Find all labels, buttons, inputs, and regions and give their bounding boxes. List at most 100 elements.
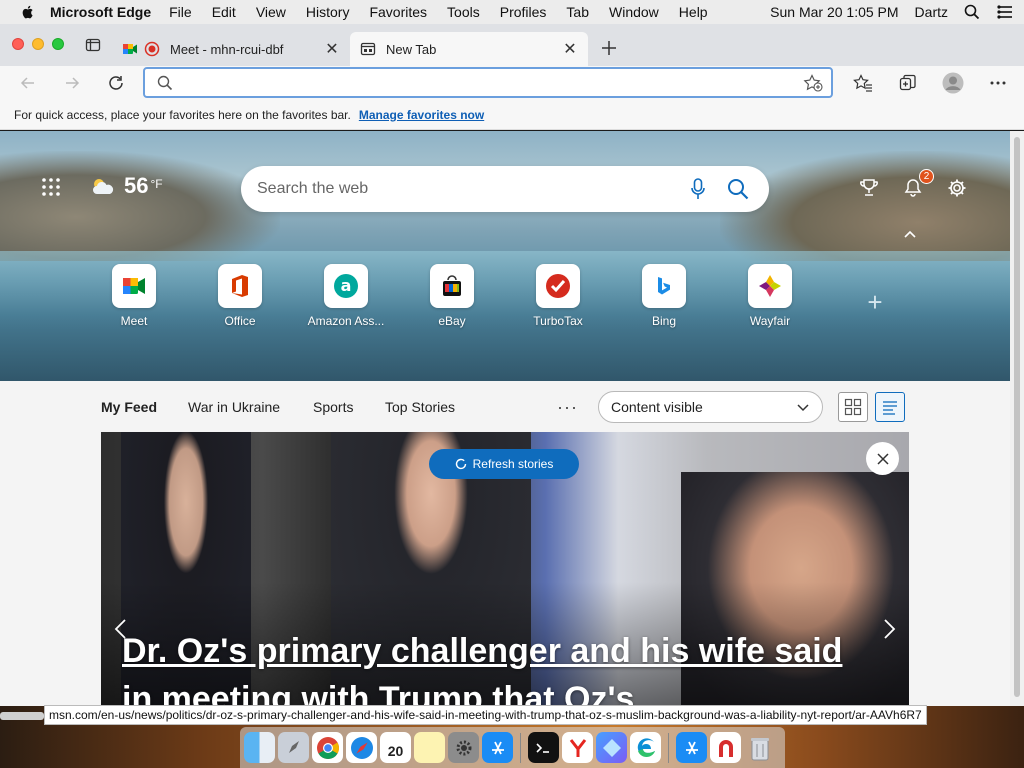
profile-button[interactable] [930, 66, 975, 100]
wayfair-icon [759, 275, 781, 297]
tab-new-tab[interactable]: New Tab ✕ [350, 32, 588, 66]
scrollbar-thumb[interactable] [1014, 137, 1020, 697]
quick-link-ebay[interactable]: eBay [407, 264, 497, 328]
chevron-down-icon [797, 404, 809, 412]
menu-tools[interactable]: Tools [447, 4, 480, 20]
grid-layout-button[interactable] [838, 392, 868, 422]
magnet-app-icon[interactable] [710, 732, 741, 763]
search-icon [157, 75, 173, 90]
edge-icon[interactable] [630, 732, 661, 763]
address-input[interactable] [183, 74, 803, 91]
app-icon[interactable] [596, 732, 627, 763]
menu-profiles[interactable]: Profiles [500, 4, 547, 20]
app-menu-name[interactable]: Microsoft Edge [50, 4, 151, 20]
menu-view[interactable]: View [256, 4, 286, 20]
back-button[interactable] [6, 66, 50, 100]
chrome-icon[interactable] [312, 732, 343, 763]
macos-dock: 20 [240, 727, 785, 768]
spotlight-search-icon[interactable] [964, 4, 980, 20]
menu-file[interactable]: File [169, 4, 192, 20]
menubar-user[interactable]: Dartz [915, 4, 948, 20]
app-launcher-icon[interactable] [40, 176, 62, 198]
trash-icon[interactable] [744, 732, 775, 763]
page-settings-button[interactable] [944, 175, 970, 201]
calendar-day: 20 [387, 742, 404, 759]
menu-edit[interactable]: Edit [212, 4, 236, 20]
yandex-browser-icon[interactable] [562, 732, 593, 763]
quick-link-meet[interactable]: Meet [89, 264, 179, 328]
page-scrollbar[interactable] [1010, 131, 1024, 706]
control-center-icon[interactable] [996, 5, 1014, 19]
minimize-window-button[interactable] [32, 38, 44, 50]
feed-tab-top-stories[interactable]: Top Stories [385, 399, 455, 415]
close-tab-button[interactable]: ✕ [562, 41, 578, 58]
quick-link-bing[interactable]: Bing [619, 264, 709, 328]
hero-background: 56 °F Search the web 2 Meet Office a Ama… [0, 131, 1010, 381]
feed-tab-war-in-ukraine[interactable]: War in Ukraine [188, 399, 280, 415]
address-bar[interactable] [143, 67, 833, 98]
add-favorite-icon[interactable] [803, 73, 823, 92]
trash-can-icon [750, 737, 769, 760]
more-horizontal-icon [990, 81, 1005, 85]
chrome-logo-icon [316, 736, 339, 759]
menu-help[interactable]: Help [679, 4, 708, 20]
app-store-downloads-icon[interactable] [676, 732, 707, 763]
content-visibility-dropdown[interactable]: Content visible [598, 391, 823, 423]
notifications-button[interactable]: 2 [900, 169, 934, 201]
tab-title: Meet - mhn-rcui-dbf [170, 41, 284, 57]
favorites-button[interactable] [840, 66, 885, 100]
notification-badge: 2 [919, 169, 934, 184]
rewards-button[interactable] [856, 175, 882, 201]
app-store-logo-icon [491, 741, 504, 754]
close-tab-button[interactable]: ✕ [324, 41, 340, 58]
microphone-icon[interactable] [691, 178, 705, 200]
refresh-button[interactable] [94, 66, 138, 100]
tab-actions-button[interactable] [80, 32, 106, 58]
manage-favorites-link[interactable]: Manage favorites now [359, 108, 484, 122]
rewards-trophy-icon [860, 179, 878, 196]
add-quick-link-button[interactable]: + [864, 289, 886, 315]
quick-link-office[interactable]: Office [195, 264, 285, 328]
menu-tab[interactable]: Tab [566, 4, 589, 20]
top-story-card[interactable]: Refresh stories Dr. Oz's primary challen… [101, 432, 909, 706]
list-layout-button[interactable] [875, 392, 905, 422]
system-preferences-icon[interactable] [448, 732, 479, 763]
quick-link-turbotax[interactable]: TurboTax [513, 264, 603, 328]
notes-icon[interactable] [414, 732, 445, 763]
feed-tab-my-feed[interactable]: My Feed [101, 399, 157, 415]
search-icon[interactable] [727, 178, 749, 200]
google-meet-icon [123, 44, 137, 54]
tab-meet[interactable]: Meet - mhn-rcui-dbf ✕ [112, 32, 350, 66]
ebay-bag-icon [443, 275, 461, 296]
settings-more-button[interactable] [975, 66, 1020, 100]
safari-icon[interactable] [346, 732, 377, 763]
refresh-stories-button[interactable]: Refresh stories [429, 449, 579, 479]
next-story-button[interactable] [883, 618, 897, 647]
close-window-button[interactable] [12, 38, 24, 50]
finder-icon[interactable] [244, 732, 275, 763]
horizontal-scrollbar[interactable] [0, 712, 44, 720]
launchpad-icon[interactable] [278, 732, 309, 763]
forward-button[interactable] [50, 66, 94, 100]
menu-favorites[interactable]: Favorites [369, 4, 427, 20]
chevron-up-icon[interactable] [902, 227, 918, 243]
quick-link-amazon-assistant[interactable]: a Amazon Ass... [301, 264, 391, 328]
new-tab-button[interactable] [594, 33, 624, 63]
window-controls [0, 38, 76, 66]
quick-link-wayfair[interactable]: Wayfair [725, 264, 815, 328]
calendar-icon[interactable]: 20 [380, 732, 411, 763]
more-feed-topics-button[interactable]: ··· [557, 397, 578, 418]
feed-tab-sports[interactable]: Sports [313, 399, 353, 415]
weather-widget[interactable]: 56 °F [90, 173, 163, 199]
fullscreen-window-button[interactable] [52, 38, 64, 50]
app-store-icon[interactable] [482, 732, 513, 763]
terminal-icon[interactable] [528, 732, 559, 763]
story-headline[interactable]: Dr. Oz's primary challenger and his wife… [122, 627, 882, 706]
dismiss-story-button[interactable] [866, 442, 899, 475]
web-search-box[interactable]: Search the web [241, 166, 769, 212]
apple-menu-icon[interactable] [20, 4, 36, 20]
menubar-clock[interactable]: Sun Mar 20 1:05 PM [770, 4, 898, 20]
collections-button[interactable] [885, 66, 930, 100]
menu-history[interactable]: History [306, 4, 350, 20]
menu-window[interactable]: Window [609, 4, 659, 20]
